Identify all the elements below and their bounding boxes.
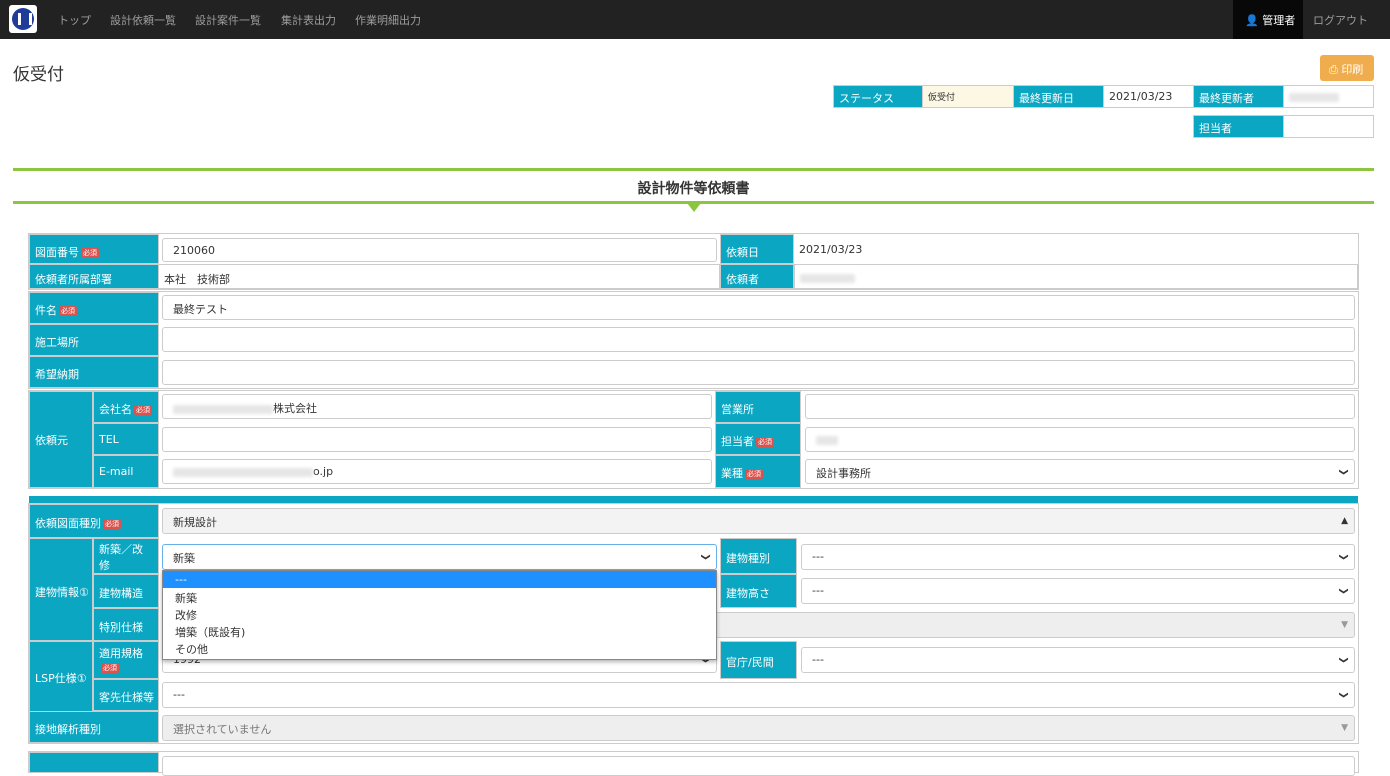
dropdown-option[interactable]: ---: [163, 571, 716, 588]
top-navbar: トップ 設計依頼一覧 設計案件一覧 集計表出力 作業明細出力 👤 管理者 ログア…: [0, 0, 1390, 39]
email-label: E-mail: [93, 455, 159, 488]
ground-analysis-select[interactable]: 選択されていません ▼: [162, 715, 1355, 741]
print-icon: ⎙: [1329, 63, 1338, 76]
client-label: 依頼元: [29, 391, 93, 488]
structure-label: 建物構造: [93, 574, 159, 608]
updater-label: 最終更新者: [1193, 85, 1284, 108]
customer-spec-select[interactable]: --- ❮: [162, 682, 1355, 708]
requester-value: [794, 264, 1358, 289]
office-input[interactable]: [805, 394, 1355, 419]
request-date-label: 依頼日: [720, 234, 794, 264]
contact-input[interactable]: [805, 427, 1355, 452]
next-row-input[interactable]: [162, 756, 1355, 776]
caret-down-icon: ▼: [1341, 723, 1348, 733]
height-label: 建物高さ: [720, 574, 797, 608]
building-type-select[interactable]: --- ❮: [801, 544, 1355, 570]
building-type-label: 建物種別: [720, 538, 797, 574]
nav-project-list[interactable]: 設計案件一覧: [195, 12, 261, 28]
dropdown-option[interactable]: その他: [163, 639, 716, 656]
dropdown-option[interactable]: 改修: [163, 605, 716, 622]
print-button[interactable]: ⎙ 印刷: [1320, 55, 1374, 81]
standard-label: 適用規格 必須: [93, 641, 159, 679]
chevron-down-icon: ❮: [1339, 656, 1350, 664]
status-label: ステータス: [833, 85, 923, 108]
site-input[interactable]: [162, 327, 1355, 352]
industry-label: 業種 必須: [715, 455, 801, 488]
public-label: 官庁/民間: [720, 641, 797, 679]
industry-select[interactable]: 設計事務所 ❮: [805, 459, 1355, 484]
company-label: 会社名 必須: [93, 391, 159, 423]
request-date-value: 2021/03/23: [794, 234, 1358, 264]
drawing-no-label: 図面番号 必須: [29, 234, 159, 264]
chevron-down-icon: ❮: [1339, 468, 1350, 476]
subject-input[interactable]: 最終テスト: [162, 295, 1355, 320]
nav-user[interactable]: 👤 管理者: [1233, 0, 1303, 39]
ground-analysis-label: 接地解析種別: [29, 711, 159, 743]
email-input[interactable]: o.jp: [162, 459, 712, 484]
user-icon: 👤: [1245, 14, 1259, 27]
updated-label: 最終更新日: [1013, 85, 1104, 108]
assignee-label: 担当者: [1193, 115, 1284, 138]
customer-spec-label: 客先仕様等: [93, 679, 159, 711]
office-label: 営業所: [715, 391, 801, 423]
section-divider: [29, 496, 1358, 503]
caret-down-icon: ▼: [1341, 620, 1348, 630]
tel-label: TEL: [93, 423, 159, 455]
section-title: 設計物件等依頼書: [13, 168, 1374, 204]
drawing-type-label: 依頼図面種別 必須: [29, 504, 159, 538]
dropdown-option[interactable]: 新築: [163, 588, 716, 605]
assignee-value: [1283, 115, 1374, 138]
new-renov-dropdown: --- 新築 改修 増築（既設有) その他: [162, 570, 717, 660]
subject-label: 件名 必須: [29, 292, 159, 324]
site-label: 施工場所: [29, 324, 159, 356]
brand-logo[interactable]: [9, 5, 37, 33]
deadline-label: 希望納期: [29, 356, 159, 388]
chevron-down-icon: ❮: [1339, 587, 1350, 595]
contact-label: 担当者 必須: [715, 423, 801, 455]
special-spec-label: 特別仕様: [93, 608, 159, 641]
building-info-label: 建物情報①: [29, 538, 93, 641]
status-value: 仮受付: [922, 85, 1014, 108]
deadline-input[interactable]: [162, 360, 1355, 385]
nav-summary-export[interactable]: 集計表出力: [281, 12, 336, 28]
updated-value: 2021/03/23: [1103, 85, 1194, 108]
dept-value: 本社 技術部: [158, 264, 720, 289]
new-renov-select[interactable]: 新築 ❮: [162, 544, 717, 570]
chevron-down-icon: ❮: [1339, 553, 1350, 561]
dept-label: 依頼者所属部署: [29, 264, 159, 289]
new-renov-label: 新築／改修必須: [93, 538, 159, 574]
next-row-label: [29, 752, 159, 773]
requester-label: 依頼者: [720, 264, 794, 289]
drawing-type-select[interactable]: 新規設計 ▲: [162, 508, 1355, 534]
public-select[interactable]: --- ❮: [801, 647, 1355, 673]
chevron-down-icon: ❮: [1339, 691, 1350, 699]
dropdown-option[interactable]: 増築（既設有): [163, 622, 716, 639]
height-select[interactable]: --- ❮: [801, 578, 1355, 604]
caret-up-icon: ▲: [1341, 516, 1348, 526]
updater-value: [1283, 85, 1374, 108]
page-title: 仮受付: [13, 65, 64, 85]
drawing-no-input[interactable]: 210060: [162, 238, 717, 262]
nav-request-list[interactable]: 設計依頼一覧: [110, 12, 176, 28]
nav-top[interactable]: トップ: [58, 12, 91, 28]
tel-input[interactable]: [162, 427, 712, 452]
section-arrow: [687, 203, 701, 212]
nav-work-detail-export[interactable]: 作業明細出力: [355, 12, 421, 28]
company-input[interactable]: 株式会社: [162, 394, 712, 419]
nav-logout[interactable]: ログアウト: [1313, 12, 1368, 28]
chevron-down-icon: ❮: [701, 553, 712, 561]
